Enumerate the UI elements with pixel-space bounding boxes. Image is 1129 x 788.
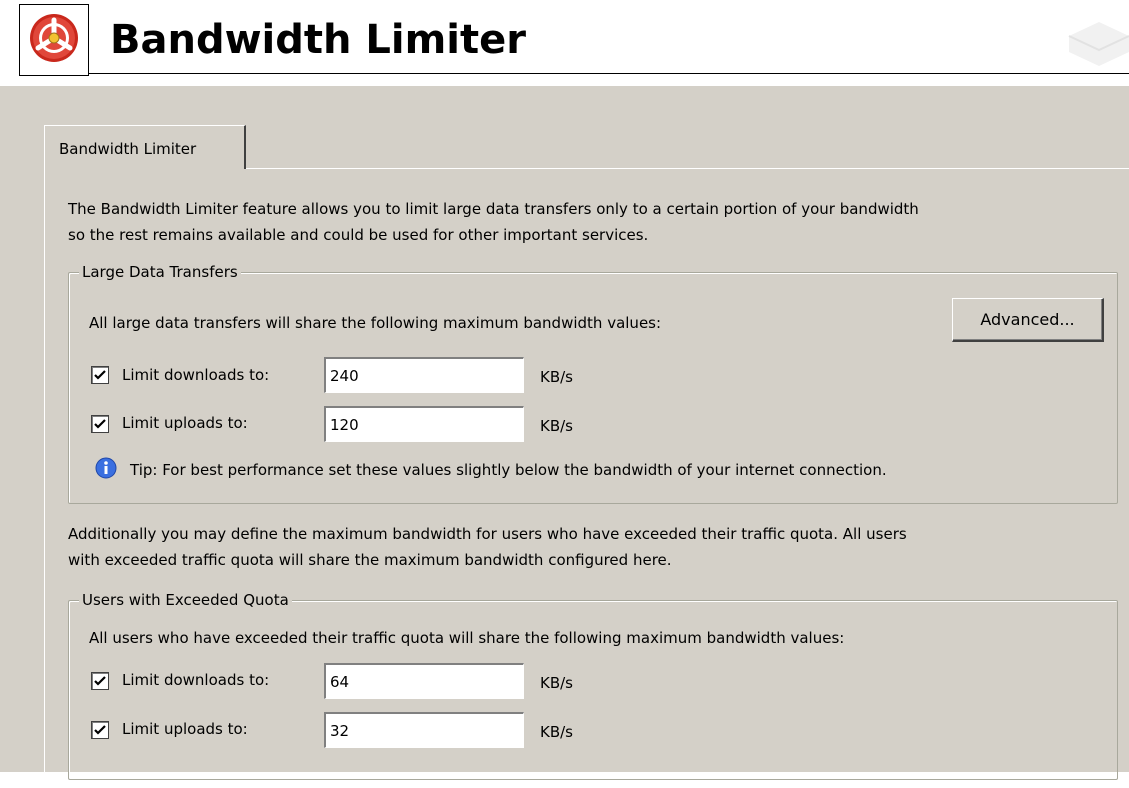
quota-upload-limit-field[interactable]: 32 [324, 712, 524, 748]
exceeded-quota-legend: Users with Exceeded Quota [79, 590, 292, 610]
upload-limit-field[interactable]: 120 [324, 406, 524, 442]
checkmark-icon [94, 370, 106, 380]
red-valve-wheel-icon [28, 12, 80, 68]
tab-bandwidth-limiter[interactable]: Bandwidth Limiter [44, 125, 246, 169]
download-unit-label: KB/s [540, 368, 573, 386]
quota-download-limit-field[interactable]: 64 [324, 663, 524, 699]
large-transfers-description: All large data transfers will share the … [89, 314, 662, 332]
quota-upload-unit-label: KB/s [540, 723, 573, 741]
page-header: Bandwidth Limiter [0, 0, 1129, 84]
exceeded-quota-group [68, 600, 1118, 780]
quota-limit-uploads-label: Limit uploads to: [122, 720, 248, 738]
checkmark-icon [94, 419, 106, 429]
advanced-button[interactable]: Advanced... [952, 298, 1104, 342]
page-title: Bandwidth Limiter [110, 17, 526, 63]
quota-download-unit-label: KB/s [540, 674, 573, 692]
additional-text-line2: with exceeded traffic quota will share t… [68, 551, 672, 569]
corner-decoration-icon [1068, 22, 1129, 66]
checkmark-icon [94, 725, 106, 735]
quota-limit-downloads-label: Limit downloads to: [122, 671, 270, 689]
quota-limit-downloads-checkbox[interactable] [91, 672, 109, 690]
logo [19, 4, 89, 76]
limit-uploads-label: Limit uploads to: [122, 414, 248, 432]
intro-text-line1: The Bandwidth Limiter feature allows you… [68, 200, 919, 218]
info-icon [95, 457, 117, 483]
checkmark-icon [94, 676, 106, 686]
limit-downloads-label: Limit downloads to: [122, 366, 270, 384]
additional-text-line1: Additionally you may define the maximum … [68, 525, 907, 543]
tip-text: Tip: For best performance set these valu… [130, 461, 887, 479]
download-limit-field[interactable]: 240 [324, 357, 524, 393]
intro-text-line2: so the rest remains available and could … [68, 226, 649, 244]
quota-description: All users who have exceeded their traffi… [89, 629, 845, 647]
limit-uploads-checkbox[interactable] [91, 415, 109, 433]
limit-downloads-checkbox[interactable] [91, 366, 109, 384]
upload-unit-label: KB/s [540, 417, 573, 435]
quota-limit-uploads-checkbox[interactable] [91, 721, 109, 739]
large-data-transfers-legend: Large Data Transfers [79, 262, 241, 282]
title-divider [89, 73, 1129, 74]
